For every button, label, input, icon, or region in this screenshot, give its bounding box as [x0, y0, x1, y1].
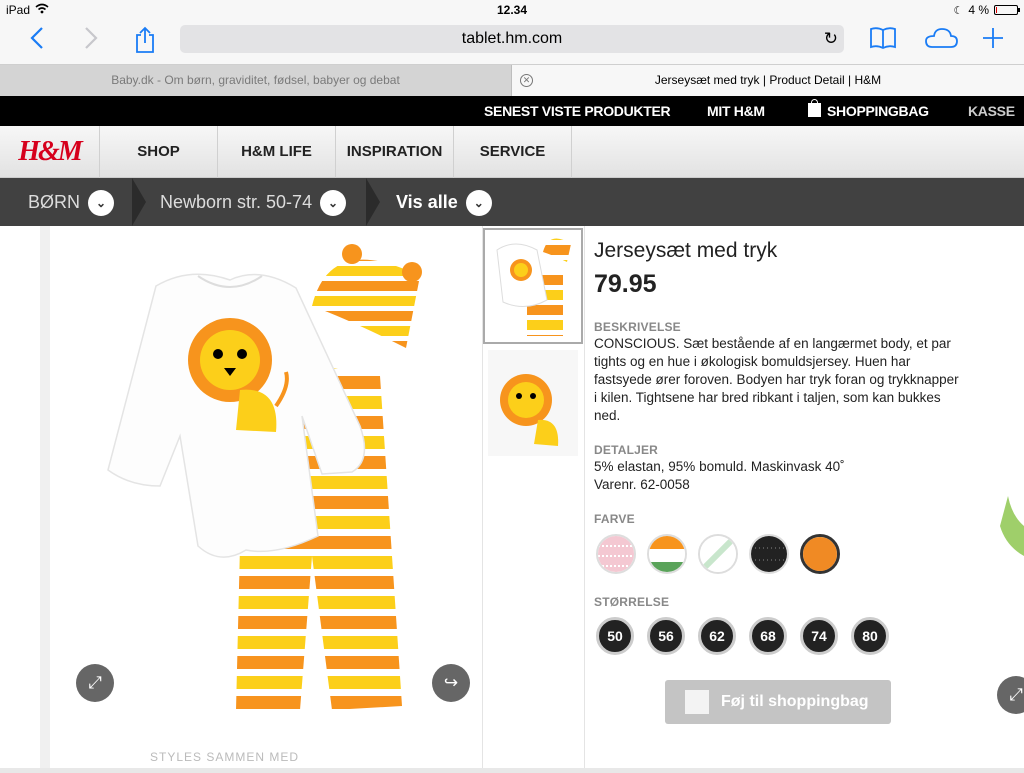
nav-service[interactable]: SERVICE	[454, 126, 572, 178]
breadcrumb-separator	[366, 178, 380, 226]
breadcrumb-born[interactable]: BØRN ⌄	[28, 178, 115, 226]
thumbnail-print-detail[interactable]	[488, 350, 578, 456]
status-bar: iPad 12.34 ☾ 4 %	[0, 0, 1024, 20]
details-label: DETALJER	[594, 443, 659, 457]
main-nav: H&M SHOP H&M LIFE INSPIRATION SERVICE	[0, 126, 1024, 178]
size-option-56[interactable]: 56	[647, 617, 685, 655]
tab-title: Baby.dk - Om børn, graviditet, fødsel, b…	[111, 73, 400, 87]
chevron-down-icon[interactable]: ⌄	[320, 190, 347, 216]
chevron-down-icon[interactable]: ⌄	[465, 190, 492, 216]
close-tab-icon[interactable]: ✕	[520, 74, 533, 87]
details-line-1: 5% elastan, 95% bomuld. Maskinvask 40˚	[594, 459, 845, 474]
breadcrumb-newborn[interactable]: Newborn str. 50-74 ⌄	[160, 178, 347, 226]
product-panel: ⤢ ↪ Jerseysæt med tryk 79.95 BESKRIVELSE…	[40, 226, 982, 768]
tab-baby-dk[interactable]: Baby.dk - Om børn, graviditet, fødsel, b…	[0, 65, 512, 97]
breadcrumb-label: BØRN	[28, 192, 81, 212]
color-swatch-black[interactable]	[749, 534, 789, 574]
size-option-62[interactable]: 62	[698, 617, 736, 655]
chevron-down-icon[interactable]: ⌄	[88, 190, 115, 216]
bag-icon	[685, 690, 709, 714]
size-option-50[interactable]: 50	[596, 617, 634, 655]
nav-hm-life[interactable]: H&M LIFE	[218, 126, 336, 178]
add-to-bag-label: Føj til shoppingbag	[721, 693, 869, 710]
icloud-tabs-icon[interactable]	[922, 26, 960, 56]
main-product-image[interactable]: ⤢ ↪	[76, 236, 470, 716]
styles-together-heading: STYLES SAMMEN MED	[150, 750, 300, 764]
size-label: STØRRELSE	[594, 595, 670, 609]
thumbnail-full-set[interactable]	[483, 228, 583, 344]
new-tab-icon[interactable]	[978, 26, 1008, 56]
battery-icon	[994, 5, 1020, 15]
color-swatch-pink[interactable]	[596, 534, 636, 574]
share-image-icon[interactable]: ↪	[432, 664, 470, 702]
description-text: CONSCIOUS. Sæt bestående af en langærmet…	[594, 336, 959, 423]
details-line-2: Varenr. 62-0058	[594, 477, 690, 492]
hm-topbar: SENEST VISTE PRODUKTER MIT H&M SHOPPINGB…	[0, 96, 1024, 126]
size-option-80[interactable]: 80	[851, 617, 889, 655]
my-hm-link[interactable]: MIT H&M	[707, 103, 765, 119]
color-swatch-mint[interactable]	[698, 534, 738, 574]
tab-hm-product[interactable]: ✕ Jerseysæt med tryk | Product Detail | …	[512, 65, 1024, 97]
color-swatch-striped[interactable]	[647, 534, 687, 574]
breadcrumb-label: Vis alle	[396, 192, 458, 212]
size-option-74[interactable]: 74	[800, 617, 838, 655]
address-bar[interactable]: tablet.hm.com ↻	[180, 25, 844, 53]
add-to-bag-button[interactable]: Føj til shoppingbag	[665, 680, 891, 724]
breadcrumb-vis-alle[interactable]: Vis alle ⌄	[396, 178, 492, 226]
next-product-edge[interactable]: ⤢	[982, 226, 1024, 768]
color-label: FARVE	[594, 512, 635, 526]
size-option-68[interactable]: 68	[749, 617, 787, 655]
color-swatch-orange[interactable]	[800, 534, 840, 574]
nav-inspiration[interactable]: INSPIRATION	[336, 126, 454, 178]
description-label: BESKRIVELSE	[594, 320, 681, 334]
share-icon[interactable]	[130, 26, 160, 56]
product-title: Jerseysæt med tryk	[594, 239, 778, 262]
bookmarks-icon[interactable]	[868, 26, 898, 56]
reload-icon[interactable]: ↻	[824, 25, 838, 53]
expand-image-icon[interactable]: ⤢	[76, 664, 114, 702]
url-text: tablet.hm.com	[461, 30, 563, 47]
shoppingbag-link[interactable]: SHOPPINGBAG	[808, 99, 929, 119]
bag-icon	[808, 99, 821, 117]
nav-shop[interactable]: SHOP	[100, 126, 218, 178]
back-icon[interactable]	[22, 26, 52, 56]
product-content: ⤢ ⤢ ↪ Jerseysæt med tryk 79.95 BESKRIVEL…	[0, 226, 1024, 768]
previous-product-edge[interactable]	[0, 226, 40, 768]
hm-logo[interactable]: H&M	[0, 126, 100, 178]
status-time: 12.34	[496, 3, 528, 17]
browser-toolbar: tablet.hm.com ↻	[0, 20, 1024, 64]
divider	[584, 226, 585, 768]
breadcrumb: BØRN ⌄ Newborn str. 50-74 ⌄ Vis alle ⌄	[0, 178, 1024, 226]
breadcrumb-separator	[132, 178, 146, 226]
tab-title: Jerseysæt med tryk | Product Detail | H&…	[654, 73, 882, 87]
breadcrumb-label: Newborn str. 50-74	[160, 192, 313, 212]
recently-viewed-link[interactable]: SENEST VISTE PRODUKTER	[484, 103, 671, 119]
tab-strip: Baby.dk - Om børn, graviditet, fødsel, b…	[0, 64, 1024, 97]
forward-icon[interactable]	[76, 26, 106, 56]
product-price: 79.95	[594, 270, 657, 298]
checkout-link[interactable]: KASSE	[968, 103, 1015, 119]
shoppingbag-label: SHOPPINGBAG	[827, 103, 929, 119]
battery-percent: 4 %	[968, 3, 989, 17]
moon-icon: ☾	[953, 4, 964, 17]
